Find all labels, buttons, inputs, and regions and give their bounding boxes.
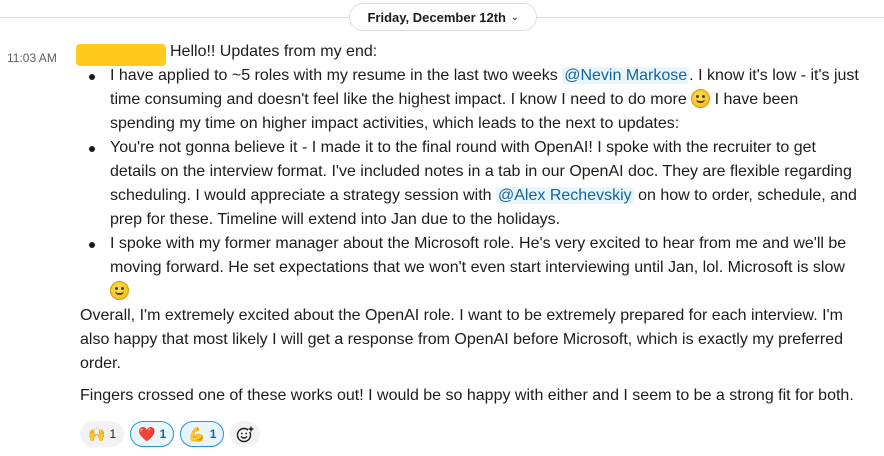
bullet-list: I have applied to ~5 roles with my resum… (80, 64, 880, 304)
reaction-flexed-biceps[interactable]: 💪 1 (180, 421, 225, 447)
message-intro: Hello!! Updates from my end: (170, 43, 378, 60)
mention-alex-rechevskiy[interactable]: @Alex Rechevskiy (496, 187, 634, 204)
text: Overall, I'm extremely excited about the… (80, 307, 843, 324)
reaction-raised-hands[interactable]: 🙌 1 (80, 421, 125, 447)
message-body: Hello!! Updates from my end: I have appl… (80, 40, 880, 408)
reactions-bar: 🙌 1 ❤️ 1 💪 1 (80, 421, 261, 447)
list-item: I have applied to ~5 roles with my resum… (89, 64, 880, 136)
text: on how to order, schedule, and (633, 187, 857, 204)
add-reaction-icon (237, 426, 255, 443)
reaction-heart[interactable]: ❤️ 1 (130, 421, 175, 447)
text: time consuming and doesn't feel like the… (110, 91, 692, 108)
text: I spoke with my former manager about the… (110, 235, 847, 252)
text: scheduling. I would appreciate a strateg… (110, 187, 496, 204)
slightly-smiling-face-icon (110, 281, 129, 300)
text: I have been (710, 91, 799, 108)
message-timestamp[interactable]: 11:03 AM (7, 51, 57, 65)
heart-icon: ❤️ (138, 426, 156, 442)
reaction-count: 1 (209, 427, 217, 441)
slightly-smiling-face-icon (691, 89, 711, 108)
text: prep for these. Timeline will extend int… (110, 211, 561, 228)
reaction-count: 1 (109, 427, 117, 441)
text: . I know it's low - it's just (689, 67, 859, 84)
text: spending my time on higher impact activi… (110, 115, 680, 132)
date-divider-button[interactable]: Friday, December 12th ⌄ (349, 3, 537, 31)
flexed-biceps-icon: 💪 (188, 426, 206, 442)
raised-hands-icon: 🙌 (88, 426, 106, 442)
chevron-down-icon: ⌄ (510, 11, 519, 22)
mention-nevin-markose[interactable]: @Nevin Markose (562, 67, 690, 84)
text: You're not gonna believe it - I made it … (110, 139, 816, 156)
list-item: You're not gonna believe it - I made it … (89, 136, 880, 232)
text: order. (80, 355, 121, 372)
list-item: I spoke with my former manager about the… (89, 232, 880, 304)
text: moving forward. He set expectations that… (110, 259, 845, 276)
reaction-count: 1 (159, 427, 167, 441)
text: also happy that most likely I will get a… (80, 331, 843, 348)
text: details on the interview format. I've in… (110, 163, 852, 180)
add-reaction-button[interactable] (230, 421, 261, 447)
date-label: Friday, December 12th (367, 9, 506, 25)
text: Fingers crossed one of these works out! … (80, 387, 854, 404)
text: I have applied to ~5 roles with my resum… (110, 67, 563, 84)
